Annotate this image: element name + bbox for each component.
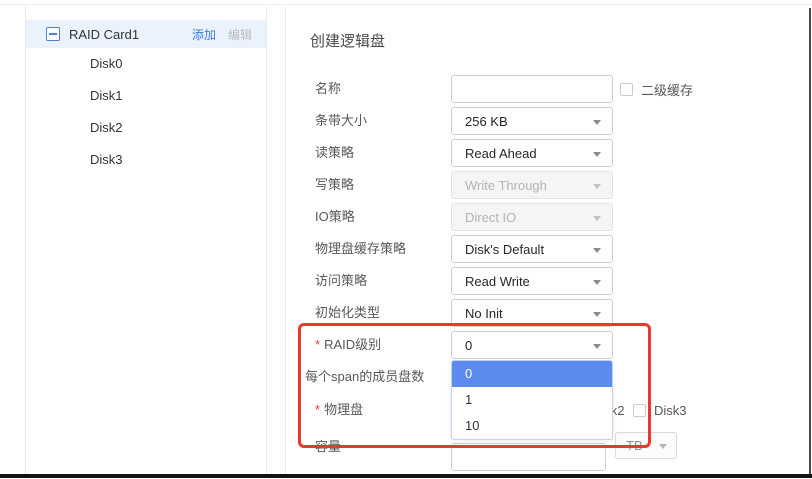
init-type-value: No Init bbox=[465, 306, 503, 321]
tree-node-disk1[interactable]: Disk1 bbox=[26, 80, 266, 112]
physical-disk-checkbox-group[interactable]: Disk3 bbox=[633, 396, 687, 424]
stripe-size-value: 256 KB bbox=[465, 114, 508, 129]
raid-level-option-10[interactable]: 10 bbox=[452, 413, 612, 439]
secondary-cache-checkbox-group[interactable]: 二级缓存 bbox=[620, 75, 693, 103]
required-asterisk: * bbox=[315, 337, 320, 352]
frame-border-top bbox=[0, 4, 812, 5]
add-link[interactable]: 添加 bbox=[192, 26, 216, 43]
raid-config-page: RAID Card1 添加 编辑 Disk0 Disk1 Disk2 Disk3… bbox=[0, 0, 812, 479]
page-title: 创建逻辑盘 bbox=[310, 30, 385, 51]
physical-disks-label-row: * 物理盘 bbox=[315, 396, 363, 424]
dropdown-arrow-icon bbox=[593, 184, 601, 189]
edit-link[interactable]: 编辑 bbox=[228, 26, 252, 43]
raid-level-option-0[interactable]: 0 bbox=[452, 361, 612, 387]
init-type-label: 初始化类型 bbox=[315, 299, 380, 327]
disk-cache-policy-select[interactable]: Disk's Default bbox=[451, 235, 613, 263]
tree-node-disk2[interactable]: Disk2 bbox=[26, 112, 266, 144]
read-policy-label: 读策略 bbox=[315, 139, 354, 167]
raid-level-select[interactable]: 0 bbox=[451, 331, 613, 359]
access-policy-select[interactable]: Read Write bbox=[451, 267, 613, 295]
raid-card-label: RAID Card1 bbox=[69, 27, 184, 42]
dropdown-arrow-icon bbox=[593, 344, 601, 349]
raid-level-label-row: * RAID级别 bbox=[315, 331, 381, 359]
secondary-cache-checkbox[interactable] bbox=[620, 83, 633, 96]
raid-tree-sidebar: RAID Card1 添加 编辑 Disk0 Disk1 Disk2 Disk3 bbox=[25, 6, 267, 474]
access-policy-label: 访问策略 bbox=[315, 267, 367, 295]
disk-cache-policy-value: Disk's Default bbox=[465, 242, 544, 257]
raid-level-value: 0 bbox=[465, 338, 472, 353]
frame-border-right bbox=[809, 8, 811, 476]
capacity-unit-select[interactable]: TB bbox=[615, 432, 677, 459]
capacity-unit-value: TB bbox=[626, 438, 643, 453]
disk3-checkbox[interactable] bbox=[633, 404, 646, 417]
disk-cache-policy-label: 物理盘缓存策略 bbox=[315, 235, 406, 263]
dropdown-arrow-icon bbox=[593, 280, 601, 285]
required-asterisk: * bbox=[315, 402, 320, 417]
write-policy-value: Write Through bbox=[465, 178, 547, 193]
span-member-disks-label: 每个span的成员盘数 bbox=[305, 363, 424, 391]
name-label: 名称 bbox=[315, 75, 341, 103]
dropdown-arrow-icon bbox=[593, 152, 601, 157]
write-policy-select: Write Through bbox=[451, 171, 613, 199]
dropdown-arrow-icon bbox=[593, 120, 601, 125]
dropdown-arrow-icon bbox=[593, 248, 601, 253]
dropdown-arrow-icon bbox=[593, 312, 601, 317]
access-policy-value: Read Write bbox=[465, 274, 530, 289]
io-policy-value: Direct IO bbox=[465, 210, 516, 225]
raid-level-dropdown-list: 0 1 10 bbox=[451, 360, 613, 440]
io-policy-select: Direct IO bbox=[451, 203, 613, 231]
disk3-checkbox-label: Disk3 bbox=[654, 403, 687, 418]
physical-disks-label: 物理盘 bbox=[324, 402, 363, 417]
dropdown-arrow-icon bbox=[593, 216, 601, 221]
stripe-size-label: 条带大小 bbox=[315, 107, 367, 135]
read-policy-select[interactable]: Read Ahead bbox=[451, 139, 613, 167]
capacity-label: 容量 bbox=[315, 433, 341, 461]
capacity-input[interactable] bbox=[451, 443, 606, 471]
tree-node-disk3[interactable]: Disk3 bbox=[26, 144, 266, 176]
init-type-select[interactable]: No Init bbox=[451, 299, 613, 327]
tree-node-raid-card[interactable]: RAID Card1 添加 编辑 bbox=[26, 20, 266, 48]
secondary-cache-label: 二级缓存 bbox=[641, 80, 693, 99]
name-input[interactable] bbox=[451, 75, 613, 103]
panel-divider bbox=[285, 6, 286, 474]
dropdown-arrow-icon bbox=[659, 444, 667, 449]
stripe-size-select[interactable]: 256 KB bbox=[451, 107, 613, 135]
tree-node-disk0[interactable]: Disk0 bbox=[26, 48, 266, 80]
write-policy-label: 写策略 bbox=[315, 171, 354, 199]
frame-border-bottom bbox=[0, 474, 812, 478]
collapse-minus-icon[interactable] bbox=[46, 27, 60, 41]
read-policy-value: Read Ahead bbox=[465, 146, 537, 161]
io-policy-label: IO策略 bbox=[315, 203, 355, 231]
raid-level-label: RAID级别 bbox=[324, 337, 381, 352]
raid-level-option-1[interactable]: 1 bbox=[452, 387, 612, 413]
